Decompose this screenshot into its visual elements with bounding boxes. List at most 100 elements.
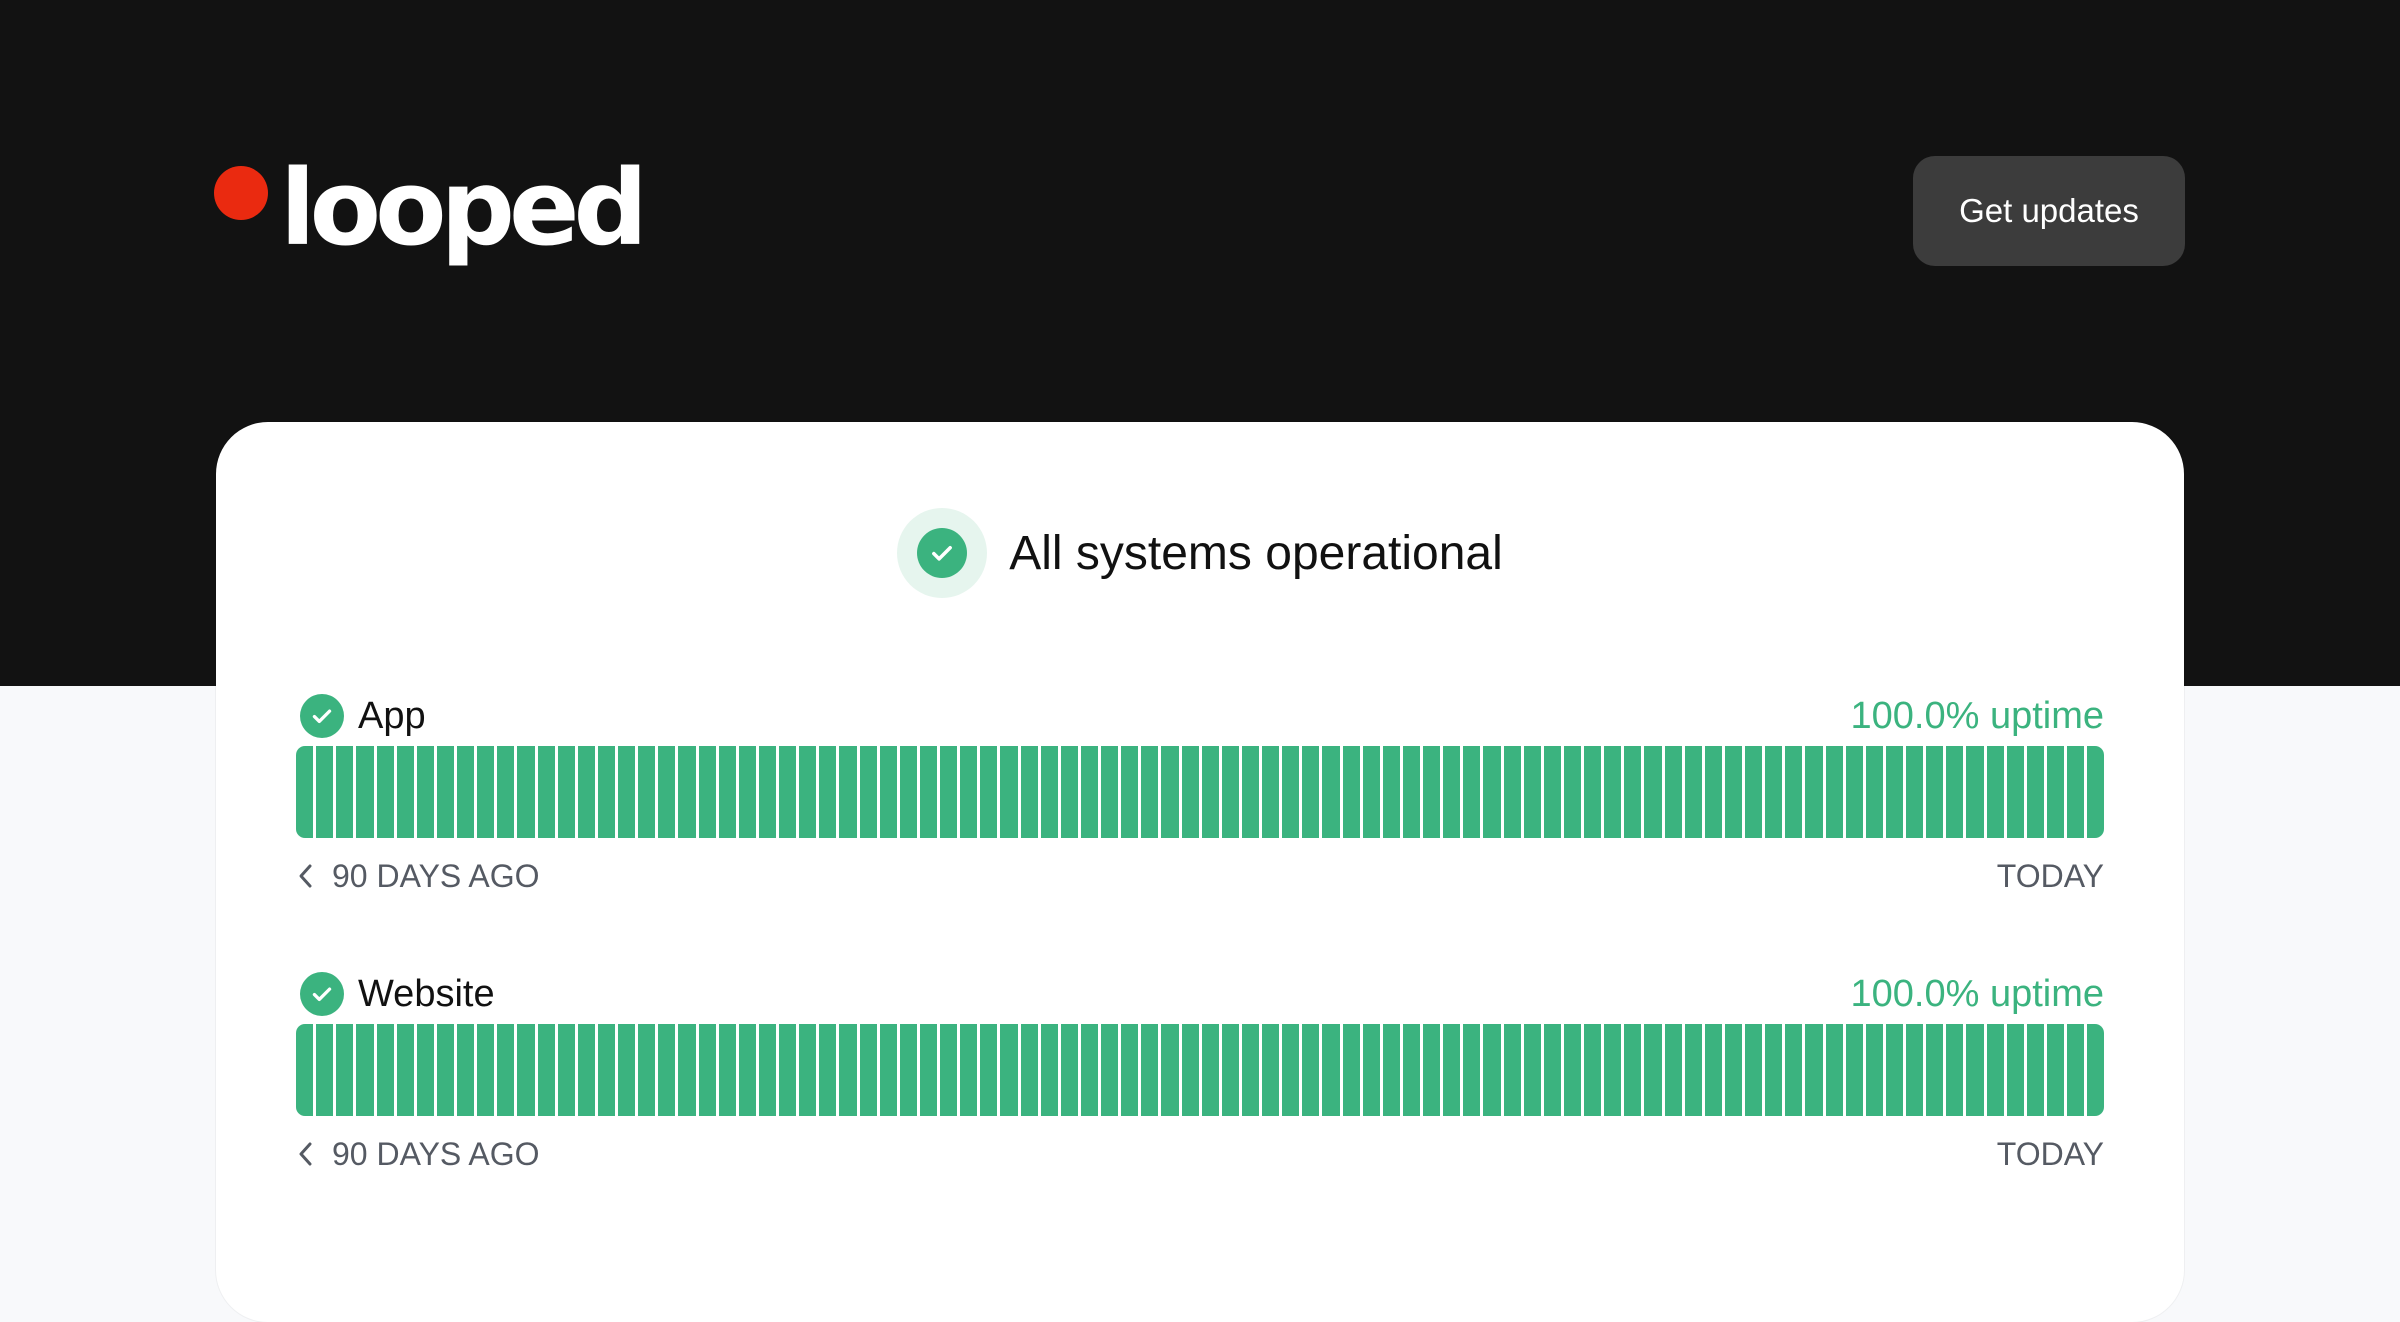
uptime-day-bar[interactable]	[1443, 1024, 1461, 1116]
uptime-day-bar[interactable]	[1604, 746, 1622, 838]
uptime-day-bar[interactable]	[1362, 746, 1380, 838]
uptime-day-bar[interactable]	[1503, 746, 1521, 838]
uptime-day-bar[interactable]	[1684, 746, 1702, 838]
uptime-day-bar[interactable]	[1020, 746, 1038, 838]
uptime-day-bar[interactable]	[1986, 746, 2004, 838]
uptime-day-bar[interactable]	[1624, 1024, 1642, 1116]
uptime-day-bar[interactable]	[1986, 1024, 2004, 1116]
uptime-day-bar[interactable]	[416, 746, 434, 838]
uptime-day-bar[interactable]	[376, 746, 394, 838]
uptime-day-bar[interactable]	[1302, 746, 1320, 838]
uptime-day-bar[interactable]	[2067, 1024, 2085, 1116]
uptime-day-bar[interactable]	[839, 746, 857, 838]
uptime-day-bar[interactable]	[1825, 746, 1843, 838]
uptime-day-bar[interactable]	[1402, 746, 1420, 838]
uptime-day-bar[interactable]	[980, 746, 998, 838]
uptime-day-bar[interactable]	[1000, 746, 1018, 838]
uptime-day-bar[interactable]	[1101, 746, 1119, 838]
uptime-day-bar[interactable]	[1966, 746, 1984, 838]
uptime-day-bar[interactable]	[1121, 1024, 1139, 1116]
uptime-day-bar[interactable]	[1785, 1024, 1803, 1116]
uptime-day-bar[interactable]	[296, 1024, 314, 1116]
uptime-day-bar[interactable]	[1241, 746, 1259, 838]
uptime-day-bar[interactable]	[1423, 746, 1441, 838]
uptime-day-bar[interactable]	[1946, 1024, 1964, 1116]
uptime-day-bar[interactable]	[1906, 1024, 1924, 1116]
uptime-day-bar[interactable]	[1101, 1024, 1119, 1116]
uptime-day-bar[interactable]	[1483, 1024, 1501, 1116]
uptime-day-bar[interactable]	[1302, 1024, 1320, 1116]
uptime-day-bar[interactable]	[396, 1024, 414, 1116]
uptime-day-bar[interactable]	[1080, 1024, 1098, 1116]
uptime-day-bar[interactable]	[980, 1024, 998, 1116]
uptime-day-bar[interactable]	[2006, 1024, 2024, 1116]
uptime-day-bar[interactable]	[537, 746, 555, 838]
uptime-day-bar[interactable]	[718, 1024, 736, 1116]
uptime-day-bar[interactable]	[1060, 746, 1078, 838]
uptime-day-bar[interactable]	[1262, 1024, 1280, 1116]
uptime-day-bar[interactable]	[1885, 1024, 1903, 1116]
uptime-day-bar[interactable]	[899, 1024, 917, 1116]
uptime-day-bar[interactable]	[738, 1024, 756, 1116]
uptime-day-bar[interactable]	[557, 746, 575, 838]
uptime-day-bar[interactable]	[738, 746, 756, 838]
uptime-day-bar[interactable]	[1020, 1024, 1038, 1116]
uptime-day-bar[interactable]	[1060, 1024, 1078, 1116]
uptime-day-bar[interactable]	[1201, 1024, 1219, 1116]
uptime-day-bar[interactable]	[839, 1024, 857, 1116]
uptime-day-bar[interactable]	[940, 746, 958, 838]
uptime-day-bar[interactable]	[1322, 746, 1340, 838]
uptime-day-bar[interactable]	[1845, 1024, 1863, 1116]
uptime-day-bar[interactable]	[1644, 746, 1662, 838]
uptime-day-bar[interactable]	[618, 746, 636, 838]
uptime-day-bar[interactable]	[2046, 1024, 2064, 1116]
uptime-day-bar[interactable]	[799, 1024, 817, 1116]
uptime-day-bar[interactable]	[1664, 746, 1682, 838]
uptime-day-bar[interactable]	[1684, 1024, 1702, 1116]
uptime-day-bar[interactable]	[1342, 746, 1360, 838]
uptime-day-bar[interactable]	[758, 1024, 776, 1116]
uptime-day-bar[interactable]	[1463, 1024, 1481, 1116]
uptime-day-bar[interactable]	[1604, 1024, 1622, 1116]
uptime-day-bar[interactable]	[1181, 746, 1199, 838]
uptime-day-bar[interactable]	[799, 746, 817, 838]
uptime-day-bar[interactable]	[477, 1024, 495, 1116]
uptime-day-bar[interactable]	[698, 1024, 716, 1116]
uptime-day-bar[interactable]	[819, 746, 837, 838]
uptime-day-bar[interactable]	[718, 746, 736, 838]
uptime-day-bar[interactable]	[1282, 1024, 1300, 1116]
uptime-day-bar[interactable]	[1423, 1024, 1441, 1116]
uptime-day-bar[interactable]	[477, 746, 495, 838]
uptime-day-bar[interactable]	[1322, 1024, 1340, 1116]
uptime-day-bar[interactable]	[1765, 746, 1783, 838]
uptime-day-bar[interactable]	[1966, 1024, 1984, 1116]
uptime-day-bar[interactable]	[557, 1024, 575, 1116]
uptime-day-bar[interactable]	[1724, 746, 1742, 838]
uptime-day-bar[interactable]	[1523, 746, 1541, 838]
uptime-day-bar[interactable]	[1946, 746, 1964, 838]
uptime-day-bar[interactable]	[356, 746, 374, 838]
uptime-day-bar[interactable]	[1765, 1024, 1783, 1116]
uptime-day-bar[interactable]	[2087, 1024, 2104, 1116]
uptime-day-bar[interactable]	[1221, 746, 1239, 838]
chevron-left-icon[interactable]	[296, 1140, 316, 1168]
uptime-day-bar[interactable]	[2067, 746, 2085, 838]
uptime-day-bar[interactable]	[457, 1024, 475, 1116]
uptime-day-bar[interactable]	[960, 1024, 978, 1116]
uptime-day-bar[interactable]	[1221, 1024, 1239, 1116]
uptime-day-bar[interactable]	[779, 746, 797, 838]
uptime-day-bar[interactable]	[899, 746, 917, 838]
uptime-day-bar[interactable]	[517, 746, 535, 838]
uptime-day-bar[interactable]	[1563, 1024, 1581, 1116]
uptime-day-bar[interactable]	[1926, 746, 1944, 838]
uptime-day-bar[interactable]	[638, 1024, 656, 1116]
uptime-day-bar[interactable]	[1543, 1024, 1561, 1116]
uptime-day-bar[interactable]	[819, 1024, 837, 1116]
uptime-day-bar[interactable]	[1664, 1024, 1682, 1116]
uptime-day-bar[interactable]	[1382, 746, 1400, 838]
uptime-day-bar[interactable]	[1805, 1024, 1823, 1116]
uptime-day-bar[interactable]	[2026, 746, 2044, 838]
uptime-day-bar[interactable]	[1644, 1024, 1662, 1116]
uptime-day-bar[interactable]	[1402, 1024, 1420, 1116]
uptime-day-bar[interactable]	[1080, 746, 1098, 838]
